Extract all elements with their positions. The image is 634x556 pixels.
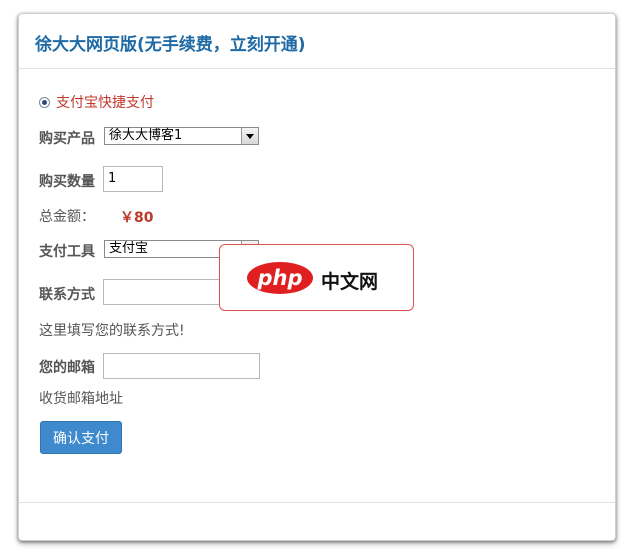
total-label: 总金额： <box>39 209 95 225</box>
pay-tool-select-value: 支付宝 <box>109 241 149 256</box>
total-amount: ￥80 <box>120 210 154 226</box>
product-label: 购买产品 <box>39 131 95 147</box>
contact-label: 联系方式 <box>39 287 95 303</box>
panel-title: 徐大大网页版(无手续费，立刻开通) <box>35 35 306 55</box>
chevron-down-icon[interactable] <box>241 128 258 144</box>
quantity-input[interactable]: 1 <box>103 166 163 192</box>
product-select[interactable]: 徐大大博客1 <box>104 127 259 145</box>
payment-option-label: 支付宝快捷支付 <box>56 95 154 111</box>
header-divider <box>19 68 615 69</box>
footer-divider <box>19 502 615 503</box>
product-select-value: 徐大大博客1 <box>109 128 183 143</box>
contact-hint: 这里填写您的联系方式! <box>39 323 185 339</box>
pay-tool-label: 支付工具 <box>39 244 95 260</box>
php-logo-icon: php <box>247 262 313 294</box>
email-label: 您的邮箱 <box>39 360 95 376</box>
confirm-pay-button[interactable]: 确认支付 <box>40 421 122 454</box>
email-hint: 收货邮箱地址 <box>39 391 123 407</box>
payment-option-alipay[interactable]: 支付宝快捷支付 <box>39 92 154 112</box>
watermark-logo: php 中文网 <box>219 244 414 311</box>
email-input[interactable] <box>103 353 260 379</box>
watermark-text: 中文网 <box>321 271 379 293</box>
quantity-label: 购买数量 <box>39 174 95 190</box>
radio-selected-icon[interactable] <box>39 96 50 108</box>
